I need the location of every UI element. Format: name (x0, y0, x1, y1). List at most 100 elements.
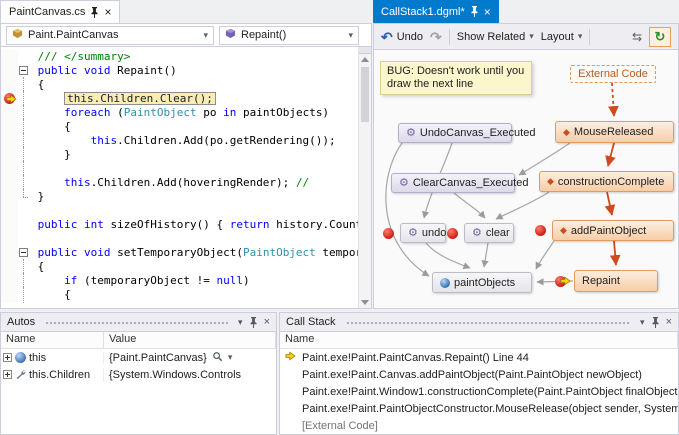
drag-grip[interactable] (45, 320, 228, 325)
breakpoint-margin[interactable] (1, 50, 18, 64)
sync-graph-button[interactable]: ↻ (649, 27, 671, 47)
breakpoint-margin[interactable] (1, 134, 18, 148)
flow-direction-button[interactable]: ⇆ (632, 31, 642, 43)
scroll-up-arrow[interactable] (361, 57, 369, 62)
graph-node-label: Repaint (582, 275, 620, 287)
tab-paintcanvas[interactable]: PaintCanvas.cs × (0, 0, 120, 23)
breakpoint-icon[interactable] (383, 228, 394, 239)
graph-node-paintObjects[interactable]: paintObjects (432, 272, 532, 293)
breakpoint-margin[interactable] (1, 64, 18, 78)
callstack-row[interactable]: [External Code] (280, 417, 678, 434)
window-position-icon[interactable]: ▾ (238, 318, 243, 327)
fold-margin[interactable] (18, 204, 31, 218)
column-header-name[interactable]: Name (1, 332, 104, 348)
breakpoint-margin[interactable] (1, 288, 18, 302)
column-header-value[interactable]: Value (104, 332, 276, 348)
autos-row[interactable]: this.Children{System.Windows.Controls (1, 366, 276, 383)
fold-margin[interactable] (18, 148, 31, 162)
fold-margin[interactable] (18, 162, 31, 176)
fold-margin[interactable] (18, 78, 31, 92)
breakpoint-margin[interactable] (1, 176, 18, 190)
fold-margin[interactable] (18, 190, 31, 204)
expand-icon[interactable] (3, 370, 12, 379)
show-related-dropdown[interactable]: Show Related ▾ (457, 31, 534, 43)
breakpoint-margin[interactable] (1, 218, 18, 232)
graph-node-addPaintObject[interactable]: ◆addPaintObject (552, 220, 674, 241)
breakpoint-margin[interactable] (1, 190, 18, 204)
expand-icon[interactable] (3, 353, 12, 362)
bug-note[interactable]: BUG: Doesn't work until you draw the nex… (380, 61, 532, 95)
close-icon[interactable]: × (104, 6, 111, 18)
breakpoint-margin[interactable] (1, 246, 18, 260)
graph-node-MouseReleased[interactable]: ◆MouseReleased (555, 121, 674, 143)
breakpoint-margin[interactable] (1, 162, 18, 176)
breakpoint-margin[interactable] (1, 92, 18, 106)
layout-dropdown[interactable]: Layout ▾ (541, 31, 583, 43)
fold-margin[interactable] (18, 288, 31, 302)
graph-node-ExternalCode[interactable]: External Code (570, 65, 656, 83)
breakpoint-icon[interactable] (535, 225, 546, 236)
breakpoint-margin[interactable] (1, 274, 18, 288)
close-icon[interactable]: × (264, 316, 270, 328)
graph-node-constructionComplete[interactable]: ◆constructionComplete (539, 171, 674, 192)
fold-margin[interactable] (18, 92, 31, 106)
redo-button[interactable]: ↷ (430, 30, 442, 44)
fold-margin[interactable] (18, 50, 31, 64)
fold-margin[interactable] (18, 134, 31, 148)
splitter-grip[interactable] (359, 47, 371, 54)
graph-node-undo[interactable]: ⚙undo (400, 223, 446, 243)
tab-callstack-dgml[interactable]: CallStack1.dgml* × (373, 0, 499, 23)
fold-collapse-icon[interactable] (19, 66, 28, 75)
breakpoint-margin[interactable] (1, 204, 18, 218)
graph-node-ClearCanvas_Executed[interactable]: ⚙ClearCanvas_Executed (391, 173, 515, 193)
column-header-name[interactable]: Name (280, 332, 678, 348)
scroll-down-arrow[interactable] (361, 300, 369, 305)
autos-titlebar[interactable]: Autos ▾ × (1, 313, 276, 332)
fold-margin[interactable] (18, 176, 31, 190)
callstack-titlebar[interactable]: Call Stack ▾ × (280, 313, 678, 332)
fold-margin[interactable] (18, 260, 31, 274)
pin-icon[interactable] (90, 7, 99, 18)
autos-row[interactable]: this{Paint.PaintCanvas}▾ (1, 349, 276, 366)
graph-node-UndoCanvas_Executed[interactable]: ⚙UndoCanvas_Executed (398, 123, 512, 143)
fold-margin[interactable] (18, 274, 31, 288)
breakpoint-margin[interactable] (1, 120, 18, 134)
breakpoint-margin[interactable] (1, 232, 18, 246)
fold-margin[interactable] (18, 120, 31, 134)
fold-margin[interactable] (18, 106, 31, 120)
magnifier-icon[interactable] (212, 351, 223, 365)
close-icon[interactable]: × (666, 316, 672, 328)
undo-button[interactable]: ↶ Undo (381, 30, 423, 44)
breakpoint-margin[interactable] (1, 148, 18, 162)
scrollbar-thumb[interactable] (361, 67, 369, 122)
breakpoint-margin[interactable] (1, 260, 18, 274)
fold-margin[interactable] (18, 246, 31, 260)
pin-icon[interactable] (651, 317, 660, 328)
fold-margin[interactable] (18, 218, 31, 232)
editor-vertical-scrollbar[interactable] (358, 47, 371, 308)
pin-icon[interactable] (470, 6, 479, 17)
graph-node-Repaint[interactable]: Repaint (574, 270, 658, 292)
code-editor[interactable]: /// </summary> public void Repaint() { t… (0, 47, 372, 309)
window-position-icon[interactable]: ▾ (640, 318, 645, 327)
fold-margin[interactable] (18, 232, 31, 246)
object-icon (15, 352, 26, 363)
breakpoint-icon[interactable] (447, 228, 458, 239)
pin-icon[interactable] (249, 317, 258, 328)
code-text: /// </summary> (31, 50, 130, 64)
fold-margin[interactable] (18, 64, 31, 78)
class-dropdown[interactable]: Paint.PaintCanvas ▾ (6, 26, 214, 45)
callstack-row[interactable]: Paint.exe!Paint.PaintObjectConstructor.M… (280, 400, 678, 417)
breakpoint-margin[interactable] (1, 106, 18, 120)
graph-canvas[interactable]: BUG: Doesn't work until you draw the nex… (373, 50, 679, 309)
close-icon[interactable]: × (484, 6, 491, 18)
fold-collapse-icon[interactable] (19, 248, 28, 257)
callstack-row[interactable]: Paint.exe!Paint.Canvas.addPaintObject(Pa… (280, 366, 678, 383)
callstack-row[interactable]: Paint.exe!Paint.Window1.constructionComp… (280, 383, 678, 400)
graph-node-clear[interactable]: ⚙clear (464, 223, 514, 243)
drag-grip[interactable] (346, 320, 631, 325)
callstack-row[interactable]: Paint.exe!Paint.PaintCanvas.Repaint() Li… (280, 349, 678, 366)
breakpoint-margin[interactable] (1, 78, 18, 92)
chevron-down-icon[interactable]: ▾ (228, 353, 233, 362)
method-dropdown[interactable]: Repaint() ▾ (219, 26, 359, 45)
